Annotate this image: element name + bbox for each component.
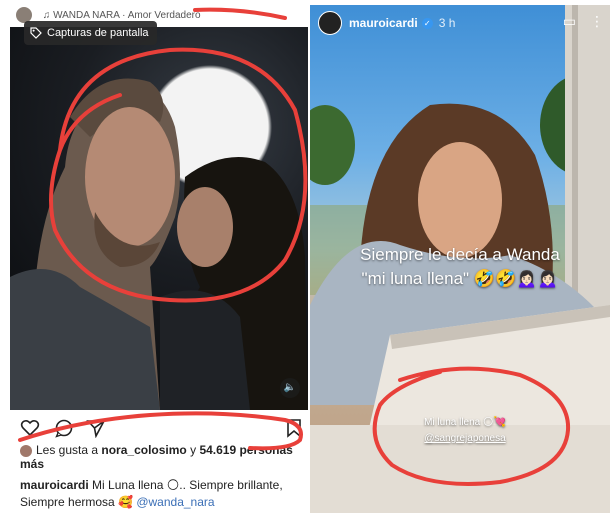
likes-count[interactable]: 54.619 personas [199,443,292,457]
story-caption: Siempre le decía a Wanda "mi luna llena"… [330,243,590,291]
verified-icon: ✓ [421,17,433,29]
caption-text-2: Siempre hermosa 🥰 [20,495,133,509]
story-header: mauroicardi ✓ 3 h ▭ ⋮ [310,5,610,41]
screenshot-chip-label: Capturas de pantalla [47,27,149,39]
post-song[interactable]: Amor Verdadero [128,10,201,21]
liker-avatar [20,444,32,457]
likes-middle: y [190,443,197,457]
story-sticker: Mi luna llena 🌕💘 @sangrejaponesa [400,415,530,447]
share-icon[interactable] [86,418,106,438]
story-caption-line2: "mi luna llena" 🤣🤣🙍🏻‍♀️🙍🏻‍♀️ [361,269,559,288]
comment-icon[interactable] [54,418,74,438]
more-options-icon[interactable]: ⋮ [590,13,604,30]
post-caption: mauroicardi Mi Luna llena 🌕.. Siempre br… [20,477,305,511]
tag-icon [30,27,42,39]
cast-icon[interactable]: ▭ [563,13,576,30]
likes-summary: Les gusta a nora_colosimo y 54.619 perso… [20,443,302,471]
mute-icon[interactable]: 🔈 [280,378,300,398]
story-username[interactable]: mauroicardi [349,16,418,30]
save-icon[interactable] [284,418,304,438]
instagram-story-panel: mauroicardi ✓ 3 h ▭ ⋮ Siempre le decía a… [310,5,610,513]
instagram-post-panel: ♫ WANDA NARA · Amor Verdadero Capturas d… [10,5,308,513]
header-separator: · [122,10,126,21]
screenshot-chip[interactable]: Capturas de pantalla [24,21,157,45]
post-photo[interactable]: 🔈 [10,27,308,410]
post-actions-bar [10,415,308,441]
sticker-text: Mi luna llena 🌕💘 [424,417,506,428]
sticker-mention[interactable]: @sangrejaponesa [400,431,530,447]
caption-mention[interactable]: @wanda_nara [136,495,214,509]
story-time: 3 h [438,16,456,30]
post-username[interactable]: WANDA NARA [53,10,119,21]
music-icon: ♫ [42,10,51,21]
caption-username[interactable]: mauroicardi [20,478,89,492]
likes-user[interactable]: nora_colosimo [101,443,186,457]
caption-text: Mi Luna llena 🌕.. Siempre brillante, [92,478,283,492]
story-avatar[interactable] [318,11,342,35]
heart-icon[interactable] [20,418,40,438]
likes-suffix[interactable]: más [20,457,44,471]
kiss-photo-illustration [10,78,308,410]
story-caption-line1: Siempre le decía a Wanda [360,245,560,264]
likes-prefix: Les gusta a [36,443,99,457]
story-top-icons: ▭ ⋮ [563,13,604,30]
